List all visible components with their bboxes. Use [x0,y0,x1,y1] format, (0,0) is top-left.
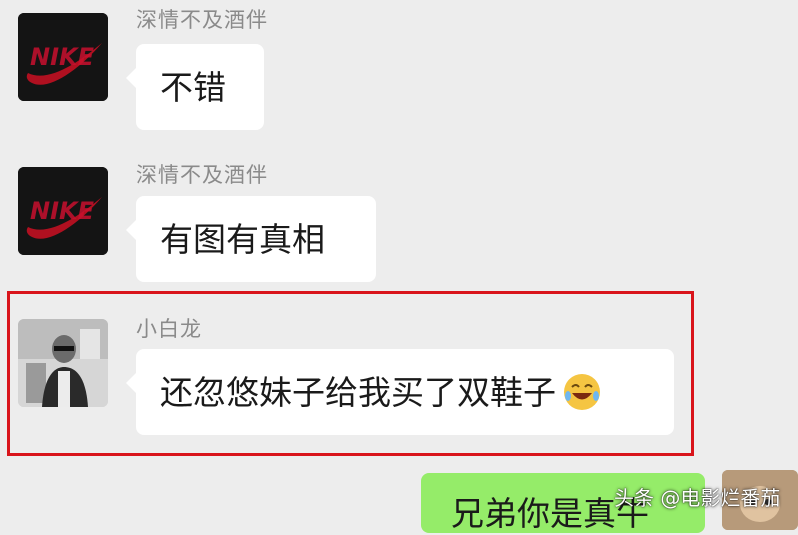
message-bubble[interactable]: 有图有真相 [126,196,376,282]
svg-text:NIKE: NIKE [30,43,95,71]
avatar[interactable] [18,319,108,407]
message-bubble[interactable]: 不错 [126,44,264,130]
sender-name: 深情不及酒伴 [136,163,268,187]
sender-name: 小白龙 [136,317,202,341]
avatar[interactable]: NIKE [18,13,108,101]
message-bubble[interactable]: 还忽悠妹子给我买了双鞋子 [126,349,674,435]
message-text: 不错 [160,67,226,107]
message-text: 有图有真相 [160,219,325,259]
laughing-face-icon [564,374,600,410]
message-text: 还忽悠妹子给我买了双鞋子 [160,372,556,412]
nike-logo-icon: NIKE [18,13,108,101]
svg-text:NIKE: NIKE [30,197,95,225]
nike-logo-icon: NIKE [18,167,108,255]
watermark-text: 头条 @电影烂番茄 [614,486,781,510]
person-photo-icon [18,319,108,407]
avatar[interactable]: NIKE [18,167,108,255]
sender-name: 深情不及酒伴 [136,8,268,32]
chat-area[interactable]: NIKE 深情不及酒伴 不错 NIKE 深情不及酒伴 有图有真相 小白龙 还忽悠… [0,0,798,533]
